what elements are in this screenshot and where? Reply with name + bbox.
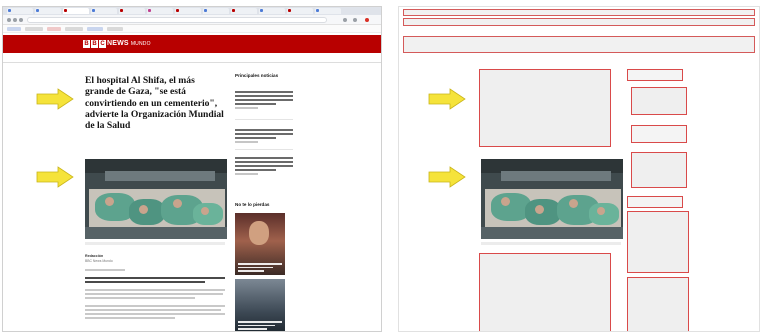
browser-tab[interactable] xyxy=(147,8,173,14)
wireframe-thumb-box xyxy=(627,211,689,273)
wireframe-body-box xyxy=(479,253,611,331)
browser-tab[interactable] xyxy=(287,8,313,14)
bookmark-item[interactable] xyxy=(25,27,43,31)
browser-tab[interactable] xyxy=(175,8,201,14)
article-lede xyxy=(85,277,225,279)
url-input[interactable] xyxy=(27,17,327,23)
article-paragraph xyxy=(85,309,221,311)
wireframe-news-box xyxy=(631,152,687,188)
logo-letter: C xyxy=(99,40,106,48)
bookmark-item[interactable] xyxy=(107,27,123,31)
logo-letter: B xyxy=(91,40,98,48)
browser-tab[interactable] xyxy=(7,8,33,14)
top-news-item[interactable] xyxy=(235,91,293,109)
wireframe-news-box xyxy=(631,125,687,143)
article-paragraph xyxy=(85,293,223,295)
extension-icon[interactable] xyxy=(343,18,347,22)
bbc-header: B B C NEWS MUNDO xyxy=(3,35,381,53)
forward-icon[interactable] xyxy=(13,18,17,22)
article-paragraph xyxy=(85,289,225,291)
site-name: NEWS MUNDO xyxy=(107,40,151,47)
bookmark-item[interactable] xyxy=(47,27,61,31)
arrow-right-icon xyxy=(428,88,466,110)
article-paragraph xyxy=(85,313,225,315)
profile-icon[interactable] xyxy=(353,18,357,22)
arrow-right-icon xyxy=(36,166,74,188)
top-news-heading: Principales noticias xyxy=(235,73,279,78)
browser-tab[interactable] xyxy=(91,8,117,14)
browser-tab[interactable] xyxy=(231,8,257,14)
article-headline: El hospital Al Shifa, el más grande de G… xyxy=(85,75,224,132)
article-paragraph xyxy=(85,305,225,307)
browser-tab-active[interactable] xyxy=(63,8,89,14)
wireframe-sidebar-title-box xyxy=(627,69,683,81)
dont-miss-heading: No te lo pierdas xyxy=(235,202,270,207)
site-section: MUNDO xyxy=(130,41,151,47)
wireframe-address-strip xyxy=(403,18,755,26)
bookmark-item[interactable] xyxy=(7,27,21,31)
wireframe-thumb-box xyxy=(627,277,689,331)
top-news-item[interactable] xyxy=(235,157,293,175)
reload-icon[interactable] xyxy=(19,18,23,22)
browser-address-bar xyxy=(3,15,381,25)
menu-icon[interactable] xyxy=(365,18,369,22)
byline: Redacción xyxy=(85,254,104,258)
browser-tab[interactable] xyxy=(35,8,61,14)
wireframe-header-strip xyxy=(403,36,755,53)
top-news-item[interactable] xyxy=(235,129,293,143)
article-lede xyxy=(85,281,205,283)
wireframe-headline-box xyxy=(479,69,611,147)
retained-caption xyxy=(481,242,621,245)
retained-photo xyxy=(481,159,623,239)
back-icon[interactable] xyxy=(7,18,11,22)
bbc-logo[interactable]: B B C xyxy=(83,40,106,48)
wireframe-news-box xyxy=(631,87,687,115)
bookmark-item[interactable] xyxy=(65,27,83,31)
dont-miss-card[interactable] xyxy=(235,279,285,331)
wireframe-sidebar-title-box xyxy=(627,196,683,208)
bookmarks-bar xyxy=(3,25,381,33)
article-photo xyxy=(85,159,227,239)
dont-miss-card[interactable] xyxy=(235,213,285,275)
arrow-right-icon xyxy=(36,88,74,110)
bbc-section-nav xyxy=(3,53,381,63)
arrow-right-icon xyxy=(428,166,466,188)
wireframe-tab-strip xyxy=(403,9,755,16)
bookmark-item[interactable] xyxy=(87,27,103,31)
photo-caption xyxy=(85,242,225,245)
article-paragraph xyxy=(85,317,175,319)
article-paragraph xyxy=(85,297,195,299)
browser-tab-bar[interactable] xyxy=(3,7,381,15)
browser-tab[interactable] xyxy=(259,8,285,14)
logo-letter: B xyxy=(83,40,90,48)
byline-source: BBC News Mundo xyxy=(85,259,113,263)
browser-tab[interactable] xyxy=(203,8,229,14)
browser-tab[interactable] xyxy=(119,8,145,14)
timestamp xyxy=(85,269,125,271)
browser-tab[interactable] xyxy=(315,8,341,14)
